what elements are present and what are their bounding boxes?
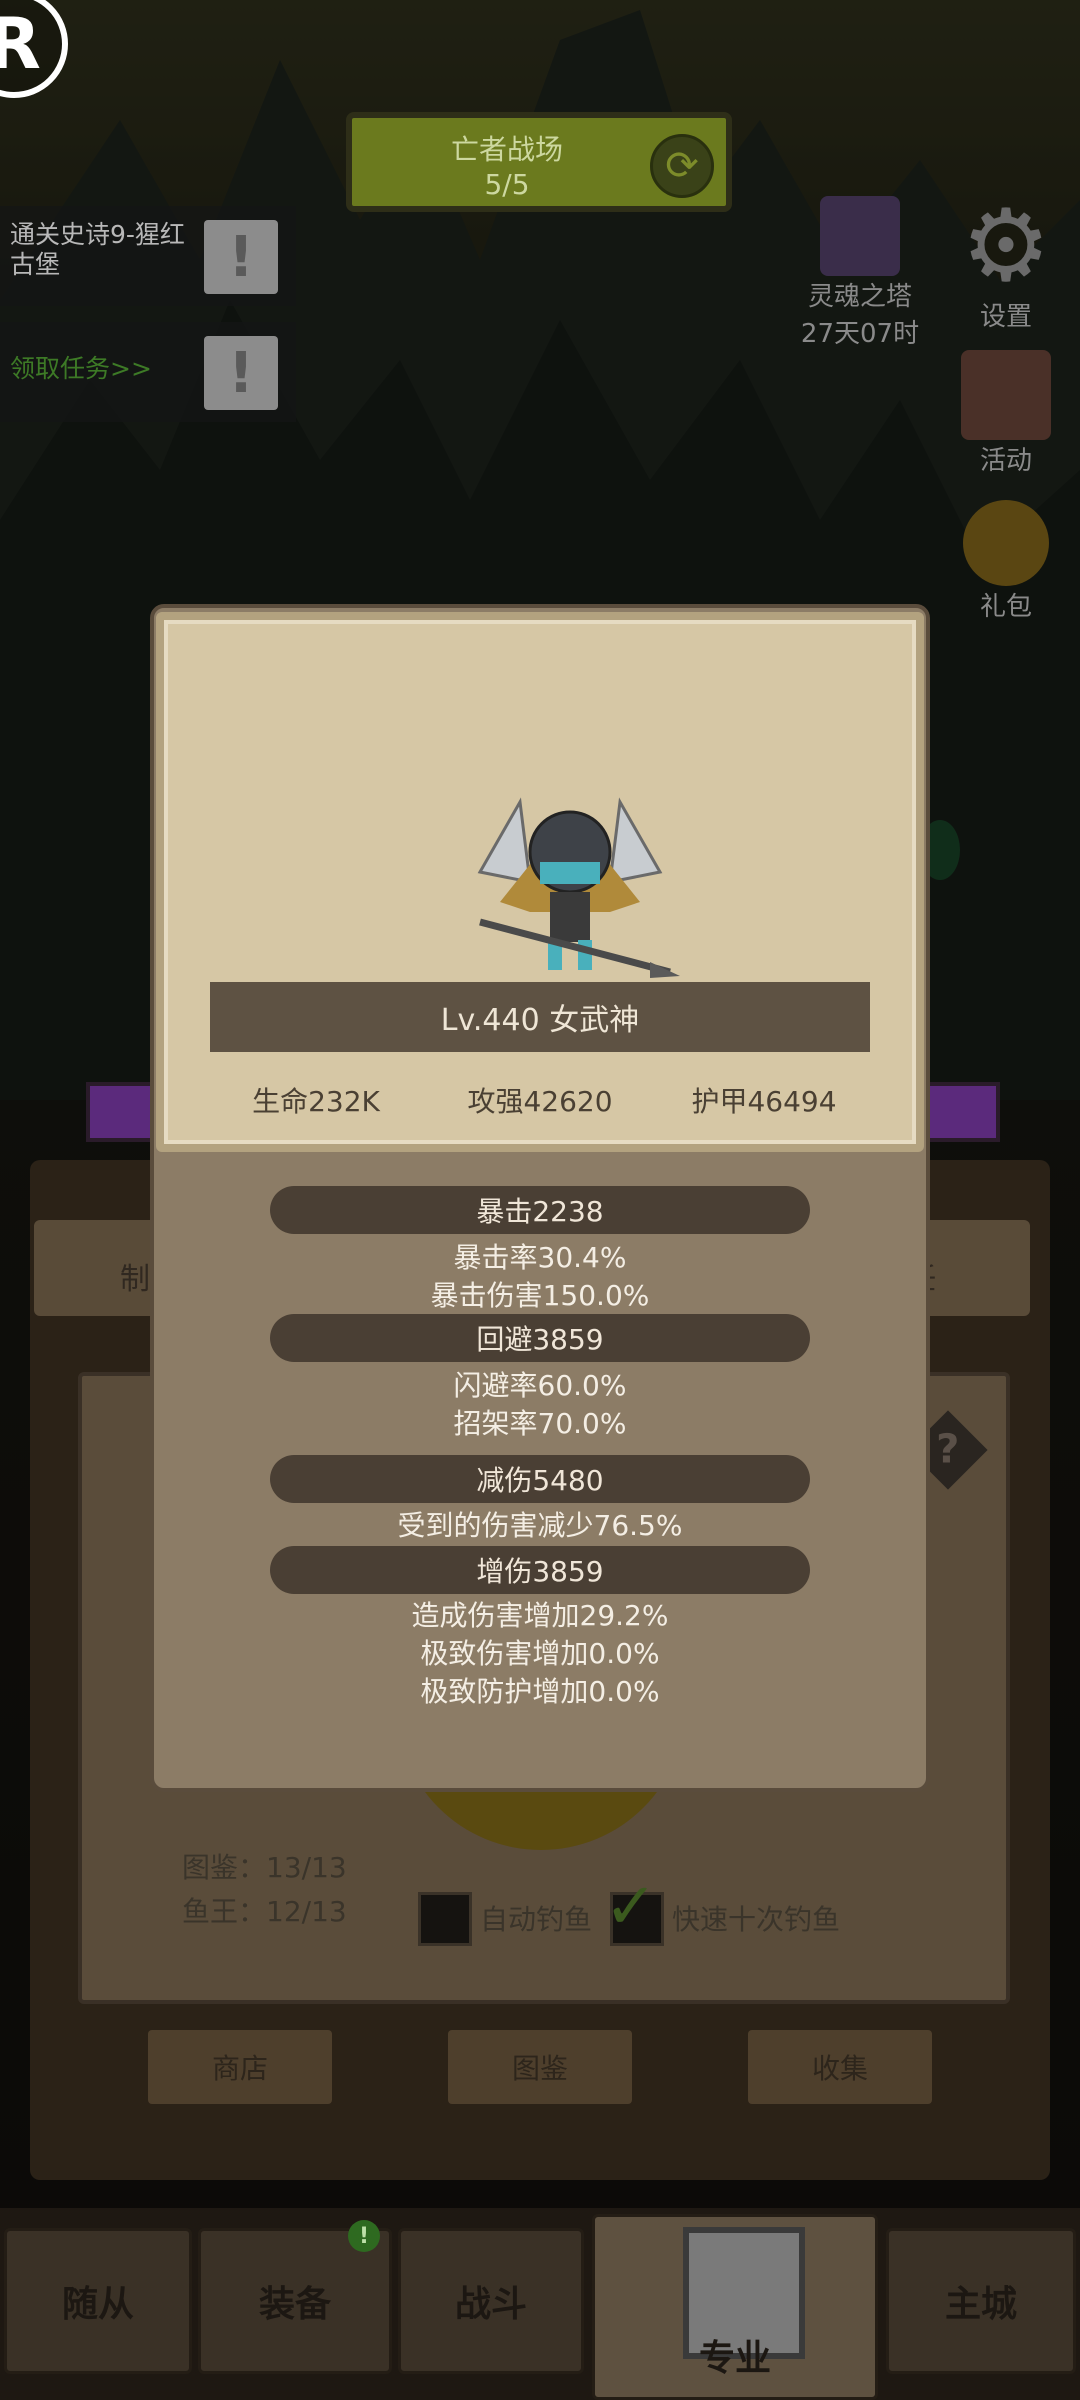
stat-line: 暴击率30.4%	[453, 1241, 627, 1274]
refresh-icon[interactable]: ⟳	[650, 134, 714, 198]
stat-line: 招架率70.0%	[453, 1407, 627, 1440]
nav-followers[interactable]: 随从	[4, 2228, 192, 2374]
gift-button[interactable]: 礼包	[946, 500, 1066, 623]
soul-tower-label: 灵魂之塔	[807, 282, 912, 312]
stat-line: 闪避率60.0%	[453, 1369, 627, 1402]
stat-line: 受到的伤害减少76.5%	[397, 1509, 683, 1542]
zone-banner[interactable]: 亡者战场 5/5 ⟳	[346, 112, 732, 212]
shop-button[interactable]: 商店	[148, 2030, 332, 2104]
check-icon: ✓	[604, 1870, 658, 1944]
exclamation-icon: !	[204, 336, 278, 410]
nav-profession[interactable]: 专业	[592, 2214, 878, 2400]
auto-fishing-checkbox[interactable]	[418, 1892, 472, 1946]
notification-badge: !	[348, 2220, 380, 2252]
stat-line: 暴击伤害150.0%	[430, 1279, 650, 1312]
stat-line: 极致伤害增加0.0%	[420, 1637, 660, 1670]
settings-button[interactable]: ⚙ 设置	[946, 196, 1066, 333]
stat-attack: 攻强42620	[467, 1085, 613, 1118]
hero-name-bar: Lv.440 女武神	[210, 982, 870, 1052]
nav-main-city[interactable]: 主城	[886, 2228, 1076, 2374]
tower-icon	[820, 196, 900, 276]
fast-ten-label: 快速十次钓鱼	[672, 1903, 841, 1936]
nav-battle[interactable]: 战斗	[398, 2228, 584, 2374]
exclamation-icon: !	[204, 220, 278, 294]
stat-line: 极致防护增加0.0%	[420, 1675, 660, 1708]
stat-group-header: 回避3859	[270, 1314, 810, 1362]
events-button[interactable]: 活动	[946, 350, 1066, 477]
auto-fishing-label: 自动钓鱼	[480, 1903, 593, 1936]
events-label: 活动	[979, 446, 1032, 476]
quest-item[interactable]: 通关史诗9-猩红古堡 !	[0, 206, 296, 306]
collect-button[interactable]: 收集	[748, 2030, 932, 2104]
stat-group-header: 减伤5480	[270, 1455, 810, 1503]
gift-label: 礼包	[979, 592, 1032, 622]
nav-profession-label: 专业	[698, 2338, 771, 2379]
zone-progress: 5/5	[484, 168, 530, 201]
codex-button[interactable]: 图鉴	[448, 2030, 632, 2104]
zone-title: 亡者战场	[450, 133, 563, 166]
quest-item[interactable]: 领取任务>> !	[0, 322, 296, 422]
quest-text: 领取任务>>	[10, 354, 152, 383]
valkyrie-hero-sprite	[477, 797, 680, 978]
gift-coin-icon	[963, 500, 1049, 586]
codex-count: 图鉴：13/13	[182, 1851, 347, 1884]
quest-text: 通关史诗9-猩红古堡	[10, 220, 185, 279]
soul-tower-timer: 27天07时	[800, 319, 920, 349]
stat-group-header: 增伤3859	[270, 1546, 810, 1594]
fishking-count: 鱼王：12/13	[182, 1895, 347, 1928]
stat-hp: 生命232K	[252, 1085, 380, 1118]
gear-icon: ⚙	[961, 187, 1051, 304]
stat-line: 造成伤害增加29.2%	[411, 1599, 669, 1632]
soul-tower-button[interactable]: 灵魂之塔 27天07时	[790, 196, 930, 350]
stat-armor: 护甲46494	[691, 1085, 837, 1118]
stat-group-header: 暴击2238	[270, 1186, 810, 1234]
scroll-icon	[961, 350, 1051, 440]
